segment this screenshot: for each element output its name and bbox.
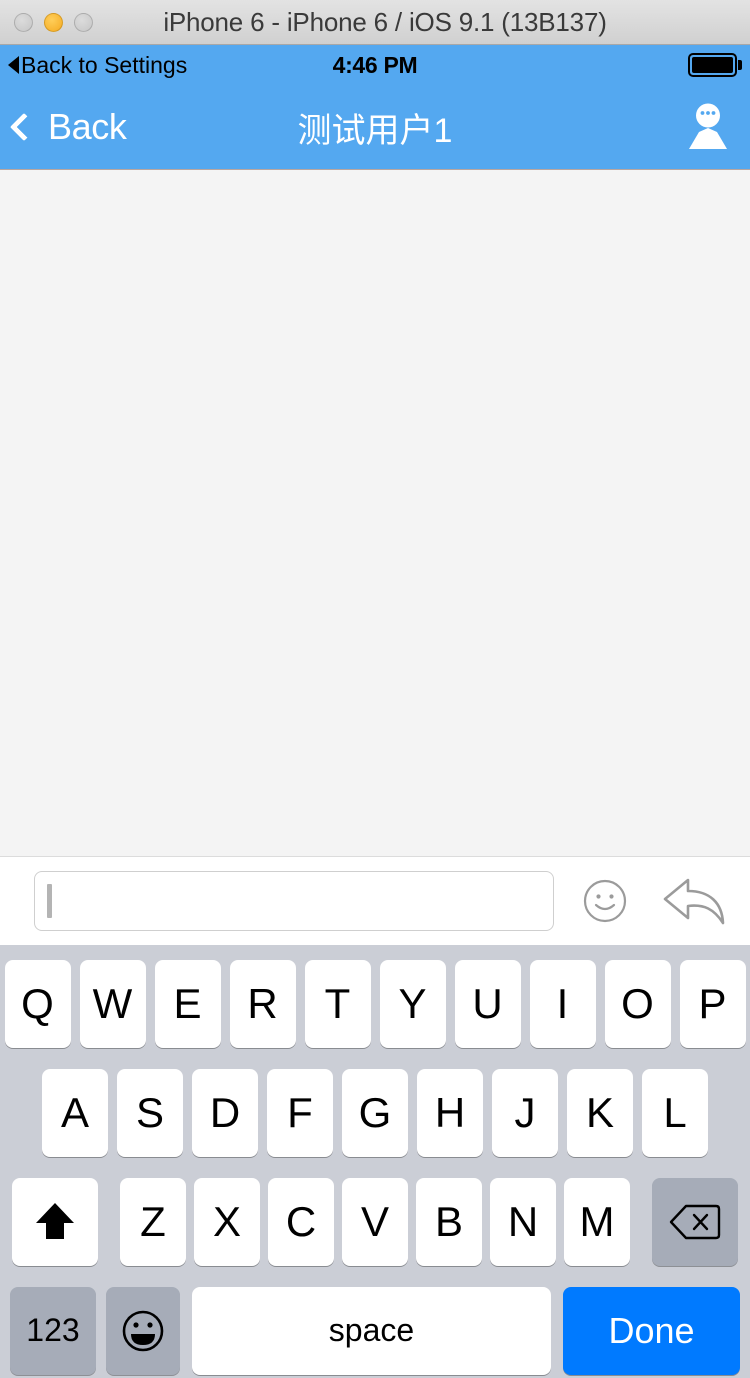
software-keyboard: Q W E R T Y U I O P A S D F G H J K L <box>0 945 750 1378</box>
window-title: iPhone 6 - iPhone 6 / iOS 9.1 (13B137) <box>0 7 750 38</box>
keyboard-row-2: A S D F G H J K L <box>0 1066 750 1161</box>
key-z[interactable]: Z <box>120 1178 186 1266</box>
nav-back-label: Back <box>48 106 126 148</box>
key-j[interactable]: J <box>492 1069 558 1157</box>
ios-navigation-bar: Back 测试用户1 <box>0 85 750 170</box>
key-x[interactable]: X <box>194 1178 260 1266</box>
keyboard-row-4: 123 space Done <box>0 1283 750 1378</box>
done-key[interactable]: Done <box>563 1287 740 1375</box>
close-window-button[interactable] <box>14 13 33 32</box>
window-traffic-lights <box>14 0 93 45</box>
smiley-face-glyph <box>582 878 628 924</box>
keyboard-emoji-icon <box>118 1306 168 1356</box>
ios-status-bar: Back to Settings 4:46 PM <box>0 45 750 85</box>
keyboard-row-3: Z X C V B N M <box>0 1175 750 1270</box>
key-p[interactable]: P <box>680 960 746 1048</box>
key-m[interactable]: M <box>564 1178 630 1266</box>
key-i[interactable]: I <box>530 960 596 1048</box>
key-h[interactable]: H <box>417 1069 483 1157</box>
key-d[interactable]: D <box>192 1069 258 1157</box>
key-c[interactable]: C <box>268 1178 334 1266</box>
space-key[interactable]: space <box>192 1287 551 1375</box>
key-g[interactable]: G <box>342 1069 408 1157</box>
reply-arrow-icon[interactable] <box>660 873 732 929</box>
key-v[interactable]: V <box>342 1178 408 1266</box>
shift-key[interactable] <box>12 1178 98 1266</box>
key-f[interactable]: F <box>267 1069 333 1157</box>
smiley-face-icon[interactable] <box>582 878 628 924</box>
key-r[interactable]: R <box>230 960 296 1048</box>
nav-back-button[interactable]: Back <box>14 106 126 148</box>
zoom-window-button[interactable] <box>74 13 93 32</box>
contact-person-glyph <box>685 103 731 151</box>
key-t[interactable]: T <box>305 960 371 1048</box>
battery-full-icon <box>688 53 742 77</box>
minimize-window-button[interactable] <box>44 13 63 32</box>
contact-person-icon[interactable] <box>680 99 736 155</box>
key-w[interactable]: W <box>80 960 146 1048</box>
status-bar-time: 4:46 PM <box>0 52 750 79</box>
key-b[interactable]: B <box>416 1178 482 1266</box>
delete-backspace-icon <box>669 1203 721 1241</box>
key-s[interactable]: S <box>117 1069 183 1157</box>
delete-key[interactable] <box>652 1178 738 1266</box>
text-caret <box>47 884 52 918</box>
key-o[interactable]: O <box>605 960 671 1048</box>
shift-arrow-icon <box>33 1198 77 1246</box>
key-q[interactable]: Q <box>5 960 71 1048</box>
numeric-mode-key[interactable]: 123 <box>10 1287 96 1375</box>
key-k[interactable]: K <box>567 1069 633 1157</box>
key-y[interactable]: Y <box>380 960 446 1048</box>
mac-window-titlebar: iPhone 6 - iPhone 6 / iOS 9.1 (13B137) <box>0 0 750 45</box>
conversation-content-area[interactable] <box>0 170 750 857</box>
key-l[interactable]: L <box>642 1069 708 1157</box>
key-n[interactable]: N <box>490 1178 556 1266</box>
chevron-left-icon <box>10 113 38 141</box>
message-input-bar <box>0 857 750 945</box>
reply-arrow-glyph <box>660 873 732 929</box>
key-e[interactable]: E <box>155 960 221 1048</box>
message-text-input[interactable] <box>34 871 554 931</box>
simulator-window: iPhone 6 - iPhone 6 / iOS 9.1 (13B137) B… <box>0 0 750 1378</box>
key-u[interactable]: U <box>455 960 521 1048</box>
key-a[interactable]: A <box>42 1069 108 1157</box>
keyboard-row-1: Q W E R T Y U I O P <box>0 957 750 1052</box>
keyboard-emoji-key[interactable] <box>106 1287 180 1375</box>
